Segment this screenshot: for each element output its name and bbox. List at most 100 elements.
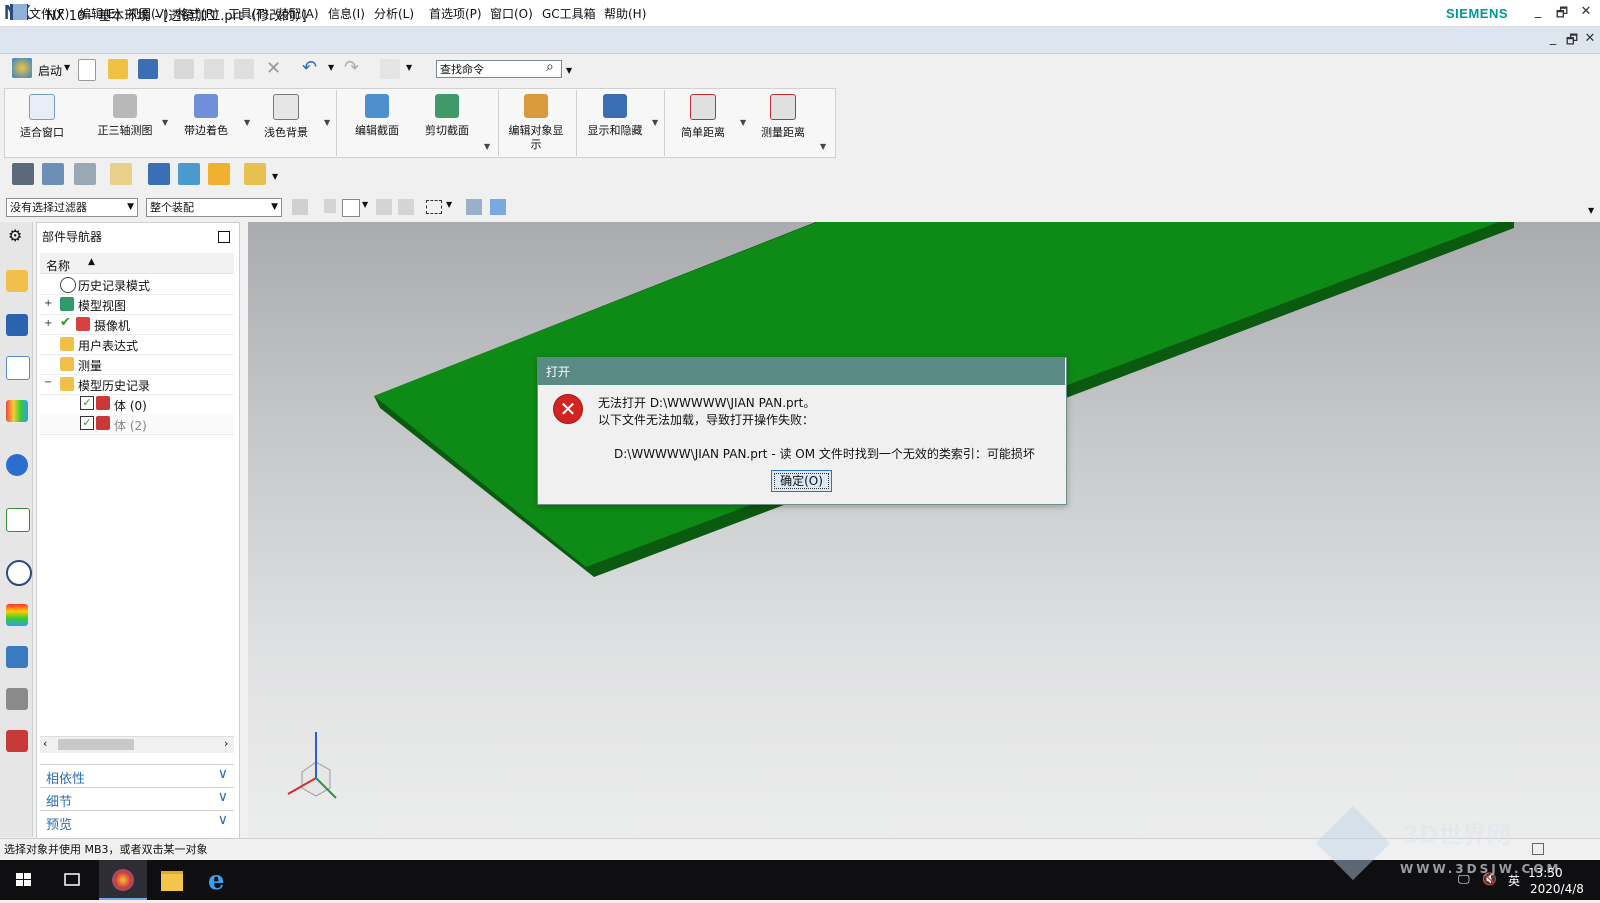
search-icon[interactable]: ⌕ <box>546 59 554 75</box>
wcs-dynamics-icon[interactable] <box>208 163 230 185</box>
collapse-icon[interactable]: − <box>44 377 52 388</box>
system-materials-icon[interactable] <box>6 604 28 626</box>
constraint-navigator-icon[interactable] <box>6 314 28 336</box>
menu-edit[interactable]: 编辑(E) <box>79 5 120 22</box>
wcs-icon[interactable] <box>148 163 170 185</box>
task-view-icon[interactable] <box>48 860 96 900</box>
windows-start-icon[interactable] <box>0 860 48 900</box>
part-navigator-icon[interactable] <box>6 356 30 380</box>
maximize-icon[interactable] <box>218 231 230 243</box>
measure-group-more-icon[interactable]: ▼ <box>820 142 826 151</box>
select-mode-dropdown-icon[interactable]: ▼ <box>446 200 452 209</box>
fit-window-button[interactable]: 适合窗口 <box>14 90 70 156</box>
gear-icon[interactable]: ⚙ <box>8 226 22 245</box>
rectangle-select-icon[interactable] <box>426 200 442 214</box>
visibility-checkbox[interactable]: ✓ <box>80 396 94 410</box>
command-search-input[interactable]: 查找命令 <box>436 60 562 78</box>
menu-preferences[interactable]: 首选项(P) <box>429 5 482 22</box>
scroll-left-icon[interactable]: ‹ <box>43 737 47 750</box>
menu-info[interactable]: 信息(I) <box>328 5 365 22</box>
reuse-library-icon[interactable] <box>6 400 28 422</box>
visibility-checkbox[interactable]: ✓ <box>80 416 94 430</box>
restore-button[interactable]: 🗗 <box>1552 4 1572 22</box>
start-button[interactable]: 启动 <box>38 62 62 79</box>
clip-section-button[interactable]: 剪切截面 <box>416 90 478 156</box>
graphics-window[interactable] <box>248 222 1600 838</box>
close-button[interactable]: ✕ <box>1576 4 1596 22</box>
layer-settings-icon[interactable] <box>42 163 64 185</box>
show-hide-button[interactable]: 显示和隐藏 <box>582 90 648 156</box>
points-icon[interactable] <box>12 163 34 185</box>
repeat-dropdown-icon[interactable]: ▼ <box>406 63 412 72</box>
menu-tools[interactable]: 工具(T) <box>228 5 269 22</box>
background-dropdown-icon[interactable]: ▼ <box>324 118 330 127</box>
snap-box-icon[interactable] <box>342 199 360 217</box>
clock-icon[interactable] <box>6 560 32 586</box>
clock-date[interactable]: 2020/4/8 <box>1530 882 1584 896</box>
taskbar-nx-app[interactable] <box>99 860 147 900</box>
expand-icon[interactable]: + <box>44 298 52 309</box>
assembly-navigator-icon[interactable] <box>6 270 28 292</box>
new-file-icon[interactable] <box>78 59 96 81</box>
save-icon[interactable] <box>138 59 158 79</box>
layer-visibility-icon[interactable] <box>74 163 96 185</box>
paste-icon[interactable] <box>234 59 254 79</box>
snap-dropdown-icon[interactable]: ▼ <box>362 200 368 209</box>
menu-gc-toolbox[interactable]: GC工具箱 <box>542 5 596 22</box>
full-screen-icon[interactable] <box>1532 843 1544 855</box>
repeat-command-icon[interactable] <box>380 59 400 79</box>
menu-window[interactable]: 窗口(O) <box>490 5 533 22</box>
show-hide-dropdown-icon[interactable]: ▼ <box>652 118 658 127</box>
menu-file[interactable]: 文件(F) <box>29 5 69 22</box>
light-background-button[interactable]: 浅色背景 <box>258 90 314 156</box>
dependencies-panel[interactable]: 相依性 ∨ <box>40 764 234 787</box>
process-studio-icon[interactable] <box>6 646 28 668</box>
distance-dropdown-icon[interactable]: ▼ <box>740 118 746 127</box>
column-name-label[interactable]: 名称 <box>46 257 70 274</box>
quickbar-more-icon[interactable]: ▼ <box>566 66 572 75</box>
measure-distance-button[interactable]: 测量距离 <box>752 90 814 156</box>
selection-scope-select[interactable]: 整个装配 ▼ <box>146 198 282 217</box>
move-to-layer-icon[interactable] <box>110 163 132 185</box>
trimetric-button[interactable]: 正三轴测图 <box>92 90 158 156</box>
toolbar-more-icon[interactable]: ▼ <box>272 172 278 181</box>
start-dropdown-icon[interactable]: ▼ <box>64 63 70 72</box>
menu-view[interactable]: 视图(V) <box>127 5 169 22</box>
taskbar-file-explorer[interactable] <box>148 860 196 900</box>
menu-format[interactable]: 格式(R) <box>177 5 219 22</box>
filter-body-icon[interactable] <box>490 199 506 215</box>
wcs-orient-icon[interactable] <box>178 163 200 185</box>
section-group-more-icon[interactable]: ▼ <box>484 142 490 151</box>
scroll-right-icon[interactable]: › <box>224 737 228 750</box>
simple-distance-button[interactable]: 简单距离 <box>672 90 734 156</box>
roles-icon[interactable] <box>6 730 28 752</box>
filter-face-icon[interactable] <box>466 199 482 215</box>
details-panel[interactable]: 细节 ∨ <box>40 787 234 810</box>
undo-dropdown-icon[interactable]: ▼ <box>328 63 334 72</box>
dialog-titlebar[interactable] <box>537 357 1065 385</box>
history-icon[interactable] <box>6 508 30 532</box>
minimize-button[interactable]: _ <box>1528 4 1548 22</box>
redo-icon[interactable]: ↷ <box>344 57 359 78</box>
delete-icon[interactable]: ✕ <box>266 58 281 79</box>
cut-icon[interactable] <box>174 59 194 79</box>
undo-icon[interactable]: ↶ <box>302 57 317 78</box>
general-selection-icon[interactable] <box>292 199 308 215</box>
edit-section-button[interactable]: 编辑截面 <box>346 90 408 156</box>
select-curve-icon[interactable] <box>398 199 414 215</box>
doc-restore-button[interactable]: 🗗 <box>1562 31 1582 49</box>
select-move-icon[interactable] <box>376 199 392 215</box>
menu-assembly[interactable]: 装配(A) <box>277 5 319 22</box>
snap-point-icon[interactable] <box>324 199 336 213</box>
scrollbar-thumb[interactable] <box>58 739 134 750</box>
edit-object-display-button[interactable]: 编辑对象显示 <box>506 90 566 156</box>
open-folder-icon[interactable] <box>108 59 128 79</box>
sort-ascending-icon[interactable]: ▲ <box>88 257 95 267</box>
expand-icon[interactable]: + <box>44 318 52 329</box>
shading-dropdown-icon[interactable]: ▼ <box>244 118 250 127</box>
toolbar-overflow-icon[interactable]: ▼ <box>1588 206 1594 215</box>
doc-minimize-button[interactable]: _ <box>1543 31 1563 49</box>
menu-analysis[interactable]: 分析(L) <box>374 5 414 22</box>
start-icon[interactable] <box>12 58 32 78</box>
ok-button[interactable]: 确定(O) <box>771 470 832 492</box>
